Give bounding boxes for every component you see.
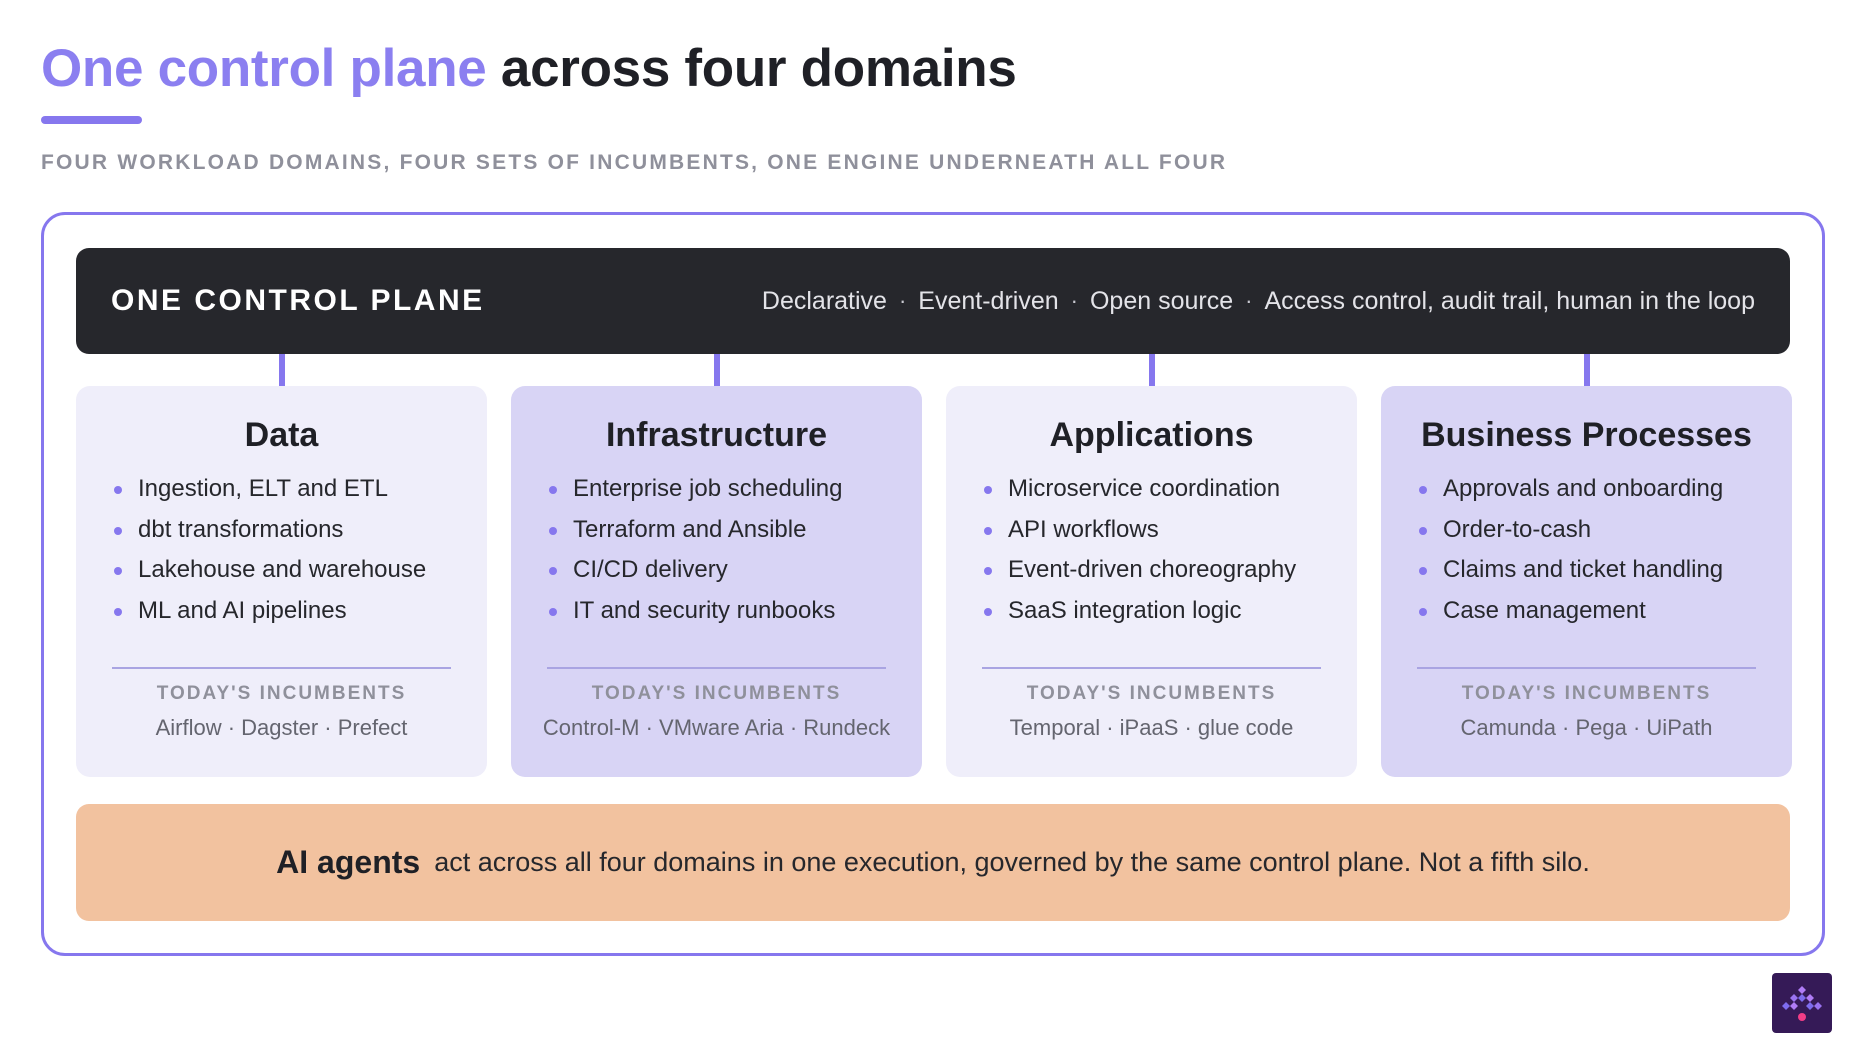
domain-card-business-processes: Business Processes Approvals and onboard… bbox=[1381, 386, 1792, 777]
title-accent: One control plane bbox=[41, 39, 487, 98]
incumbents-list: Airflow · Dagster · Prefect bbox=[155, 715, 408, 740]
control-plane-title: ONE CONTROL PLANE bbox=[111, 284, 485, 317]
feature-declarative: Declarative bbox=[761, 286, 887, 315]
list-item: Event-driven choreography bbox=[982, 550, 1327, 591]
domain-card-infrastructure: Infrastructure Enterprise job scheduling… bbox=[511, 386, 922, 777]
list-item: API workflows bbox=[982, 510, 1327, 551]
ai-agents-banner: AI agents act across all four domains in… bbox=[76, 804, 1790, 921]
connector-infrastructure bbox=[714, 354, 720, 386]
brand-logo-icon bbox=[1772, 973, 1832, 1033]
incumbents-label: TODAY'S INCUMBENTS bbox=[156, 683, 407, 704]
connector-data bbox=[279, 354, 285, 386]
list-item: Case management bbox=[1417, 591, 1762, 632]
brand-logo-glyph bbox=[1782, 986, 1822, 1021]
domain-capabilities: Approvals and onboarding Order-to-cash C… bbox=[1411, 469, 1762, 631]
list-item: Terraform and Ansible bbox=[547, 510, 892, 551]
divider bbox=[547, 667, 886, 669]
list-item: Ingestion, ELT and ETL bbox=[112, 469, 457, 510]
list-item: CI/CD delivery bbox=[547, 550, 892, 591]
title-rest: across four domains bbox=[500, 39, 1017, 98]
page-title: One control plane across four domains bbox=[41, 38, 1017, 99]
incumbents-list: Temporal · iPaaS · glue code bbox=[1009, 715, 1294, 740]
feature-open-source: Open source bbox=[1089, 286, 1234, 315]
incumbents-list: Camunda · Pega · UiPath bbox=[1460, 715, 1713, 740]
domain-title: Data bbox=[244, 416, 319, 454]
domain-card-applications: Applications Microservice coordination A… bbox=[946, 386, 1357, 777]
ai-agents-lead: AI agents bbox=[276, 844, 421, 880]
divider bbox=[1417, 667, 1756, 669]
domain-title: Applications bbox=[1049, 416, 1254, 454]
domain-card-data: Data Ingestion, ELT and ETL dbt transfor… bbox=[76, 386, 487, 777]
list-item: Enterprise job scheduling bbox=[547, 469, 892, 510]
incumbents-label: TODAY'S INCUMBENTS bbox=[591, 683, 842, 704]
domain-capabilities: Ingestion, ELT and ETL dbt transformatio… bbox=[106, 469, 457, 631]
control-plane-features: Declarative · Event-driven · Open source… bbox=[762, 287, 1755, 316]
divider bbox=[112, 667, 451, 669]
divider bbox=[982, 667, 1321, 669]
list-item: Claims and ticket handling bbox=[1417, 550, 1762, 591]
list-item: ML and AI pipelines bbox=[112, 591, 457, 632]
list-item: dbt transformations bbox=[112, 510, 457, 551]
feature-separator: · bbox=[1245, 288, 1253, 313]
connector-applications bbox=[1149, 354, 1155, 386]
domain-title: Infrastructure bbox=[605, 416, 828, 454]
list-item: Approvals and onboarding bbox=[1417, 469, 1762, 510]
domain-capabilities: Enterprise job scheduling Terraform and … bbox=[541, 469, 892, 631]
domain-title: Business Processes bbox=[1421, 416, 1752, 454]
incumbents-label: TODAY'S INCUMBENTS bbox=[1026, 683, 1277, 704]
connector-business-processes bbox=[1584, 354, 1590, 386]
list-item: IT and security runbooks bbox=[547, 591, 892, 632]
feature-event-driven: Event-driven bbox=[918, 286, 1059, 315]
domain-capabilities: Microservice coordination API workflows … bbox=[976, 469, 1327, 631]
control-plane-bar: ONE CONTROL PLANE Declarative · Event-dr… bbox=[76, 248, 1790, 354]
list-item: Microservice coordination bbox=[982, 469, 1327, 510]
feature-separator: · bbox=[898, 288, 907, 313]
list-item: SaaS integration logic bbox=[982, 591, 1327, 632]
title-underline bbox=[41, 116, 142, 124]
list-item: Order-to-cash bbox=[1417, 510, 1762, 551]
incumbents-label: TODAY'S INCUMBENTS bbox=[1461, 683, 1712, 704]
page-subtitle: FOUR WORKLOAD DOMAINS, FOUR SETS OF INCU… bbox=[41, 151, 1228, 174]
feature-separator: · bbox=[1070, 288, 1078, 313]
slide: One control plane across four domains FO… bbox=[0, 0, 1856, 1052]
incumbents-list: Control-M · VMware Aria · Rundeck bbox=[542, 715, 891, 740]
list-item: Lakehouse and warehouse bbox=[112, 550, 457, 591]
ai-agents-text: act across all four domains in one execu… bbox=[434, 847, 1590, 877]
feature-governance: Access control, audit trail, human in th… bbox=[1264, 286, 1755, 315]
